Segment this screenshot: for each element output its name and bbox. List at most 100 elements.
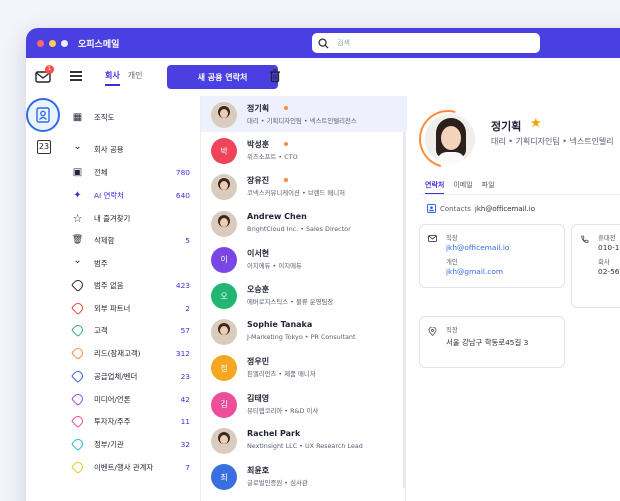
sidebar-item[interactable]: 정부/기관 32 bbox=[62, 434, 200, 454]
sidebar-item[interactable]: ▣ 전체 780 bbox=[62, 162, 200, 182]
tab-files[interactable]: 파일 bbox=[482, 180, 495, 195]
contact-subtitle: 글로벌인증원 • 심사관 bbox=[247, 479, 308, 487]
contact-row[interactable]: 정기획 대리 • 기획디자인팀 • 넥스트인텔리전스 bbox=[201, 96, 407, 132]
email-work-link[interactable]: jkh@officemail.io bbox=[446, 243, 509, 252]
contact-title: 대리 • 기획디자인팀 • 넥스트인텔리 bbox=[491, 137, 614, 146]
contact-name: 최윤호 bbox=[247, 466, 270, 475]
chevron-down-icon: ⌄ bbox=[73, 254, 82, 266]
contact-card-icon bbox=[427, 204, 436, 213]
window-controls bbox=[37, 39, 68, 47]
email-work-label: 직장 bbox=[446, 234, 458, 242]
maximize-window-dot[interactable] bbox=[61, 39, 68, 47]
tab-company[interactable]: 회사 bbox=[105, 70, 120, 86]
sidebar-item[interactable]: ▦ 조직도 bbox=[62, 107, 200, 127]
sidebar-item[interactable]: ⌄ 회사 공용 bbox=[62, 139, 200, 159]
contact-row[interactable]: 박 박성훈 위즈소프트 • CTO bbox=[201, 132, 407, 168]
email-personal-label: 개인 bbox=[446, 258, 458, 266]
contact-row[interactable]: 장유진코넥스커뮤니케이션 • 브랜드 매니저 bbox=[201, 168, 407, 204]
contacts-icon: ▣ bbox=[72, 166, 83, 178]
sidebar-item-count: 32 bbox=[180, 439, 190, 449]
sidebar-item[interactable]: 투자자/주주 11 bbox=[62, 411, 200, 431]
contact-row[interactable]: Sophie Tanaka J-Marketing Tokyo • PR Cons… bbox=[201, 313, 407, 349]
contact-subtitle: J-Marketing Tokyo • PR Consultant bbox=[247, 333, 356, 342]
sidebar-item[interactable]: 🗑 삭제함 5 bbox=[62, 230, 200, 250]
tag-icon bbox=[70, 391, 85, 407]
mail-badge: 1 bbox=[45, 65, 54, 74]
tag-icon bbox=[70, 345, 85, 361]
avatar bbox=[211, 427, 237, 454]
avatar: 최 bbox=[211, 464, 237, 490]
avatar: 박 bbox=[211, 138, 237, 165]
sidebar-item-label: 조직도 bbox=[94, 112, 115, 122]
tab-contact[interactable]: 연락처 bbox=[425, 180, 445, 195]
email-personal-link[interactable]: jkh@gmail.com bbox=[446, 267, 503, 276]
trash-icon[interactable] bbox=[269, 69, 281, 83]
contact-row[interactable]: Andrew Chen BrightCloud Inc. • Sales Dire… bbox=[201, 205, 407, 241]
phone-card: 휴대전 010-12 회사 02-56 bbox=[571, 224, 620, 308]
contact-subtitle: 대리 • 기획디자인팀 • 넥스트인텔리전스 bbox=[247, 117, 357, 125]
divider bbox=[419, 194, 620, 195]
sidebar-item-label: 미디어/언론 bbox=[94, 394, 131, 404]
new-shared-contact-button[interactable]: 새 공용 연락처 bbox=[167, 65, 278, 89]
avatar: 김 bbox=[211, 391, 237, 418]
sidebar-item-count: 2 bbox=[185, 303, 190, 313]
tag-icon bbox=[70, 368, 85, 384]
sidebar-item[interactable]: ✦ AI 연락처 640 bbox=[62, 185, 200, 205]
contact-book-icon bbox=[36, 107, 50, 123]
sidebar-item[interactable]: 외부 파트너 2 bbox=[62, 298, 200, 318]
contact-list: 정기획 대리 • 기획디자인팀 • 넥스트인텔리전스 박 박성훈 위즈소프트 • CTO… bbox=[200, 96, 407, 501]
title-bar: 오피스메일 검색 bbox=[26, 28, 620, 58]
sidebar-item-label: 이벤트/행사 관계자 bbox=[94, 462, 154, 472]
tab-email[interactable]: 이메일 bbox=[453, 180, 472, 195]
phone-mobile-value[interactable]: 010-12 bbox=[598, 243, 620, 252]
sidebar-item-label: 리드(잠재고객) bbox=[94, 348, 141, 358]
sidebar-item[interactable]: 이벤트/행사 관계자 7 bbox=[62, 457, 200, 477]
sidebar-item-label: 범주 없음 bbox=[94, 280, 124, 290]
contacts-app-button[interactable] bbox=[26, 98, 60, 132]
sidebar-item-count: 7 bbox=[185, 462, 190, 472]
menu-icon[interactable] bbox=[70, 71, 82, 81]
avatar: 오 bbox=[211, 283, 237, 309]
contact-row[interactable]: Rachel Park NextInsight LLC • UX Research… bbox=[201, 422, 407, 458]
address-work-value[interactable]: 서울 강남구 학동로45길 3 bbox=[446, 337, 528, 348]
avatar bbox=[211, 319, 237, 346]
minimize-window-dot[interactable] bbox=[49, 39, 56, 47]
sidebar-item[interactable]: 리드(잠재고객) 312 bbox=[62, 343, 200, 363]
contact-subtitle: NextInsight LLC • UX Research Lead bbox=[247, 441, 363, 450]
favorite-star-icon[interactable]: ★ bbox=[530, 116, 542, 131]
sidebar-item[interactable]: 고객 57 bbox=[62, 320, 200, 340]
trash-icon: 🗑 bbox=[71, 235, 84, 245]
contact-row[interactable]: 최 최윤호글로벌인증원 • 심사관 bbox=[201, 458, 407, 494]
contact-row[interactable]: 김 김태영 뷰티랩코리아 • R&D 이사 bbox=[201, 386, 407, 422]
tab-personal[interactable]: 개인 bbox=[128, 70, 143, 86]
search-input[interactable]: 검색 bbox=[312, 33, 540, 53]
phone-office-value[interactable]: 02-56 bbox=[598, 267, 619, 276]
sidebar-item-label: 외부 파트너 bbox=[94, 303, 131, 313]
contact-subtitle: 에버로지스틱스 • 물류 운영팀장 bbox=[247, 298, 334, 306]
contact-row[interactable]: 정 정우민 핀엘리먼츠 • 제품 매니저 bbox=[201, 349, 407, 385]
contact-row[interactable]: 오 오승훈 에버로지스틱스 • 물류 운영팀장 bbox=[201, 277, 407, 313]
sidebar-item-label: 투자자/주주 bbox=[94, 416, 131, 426]
sidebar-item[interactable]: 범주 없음 423 bbox=[62, 275, 200, 295]
contact-row[interactable]: 이 이서현 이지에듀 • 이지에듀 bbox=[201, 241, 407, 277]
contact-name: 박성훈 bbox=[247, 140, 270, 150]
tag-icon bbox=[70, 436, 85, 452]
sidebar-item-label: 전체 bbox=[94, 167, 108, 177]
sidebar-item[interactable]: 공급업체/벤더 23 bbox=[62, 366, 200, 386]
contact-avatar bbox=[425, 114, 475, 164]
status-dot bbox=[284, 142, 288, 147]
contact-subtitle: 코넥스커뮤니케이션 • 브랜드 매니저 bbox=[247, 189, 346, 198]
avatar: 정 bbox=[211, 355, 237, 382]
sidebar-item[interactable]: ⌄ 범주 bbox=[62, 253, 200, 273]
calendar-icon[interactable]: 23 bbox=[37, 140, 51, 154]
sidebar-item[interactable]: ☆ 내 즐겨찾기 bbox=[62, 208, 200, 228]
star-icon: ☆ bbox=[72, 211, 83, 225]
close-window-dot[interactable] bbox=[37, 39, 44, 47]
phone-mobile-label: 휴대전 bbox=[598, 234, 616, 242]
building-icon: ▦ bbox=[72, 111, 83, 123]
contact-name: Rachel Park bbox=[247, 428, 301, 438]
contact-name: 장유진 bbox=[247, 176, 270, 186]
sidebar-item[interactable]: 미디어/언론 42 bbox=[62, 389, 200, 409]
contacts-value: jkh@officemail.io bbox=[474, 204, 535, 213]
sidebar-item-count: 42 bbox=[180, 394, 190, 404]
